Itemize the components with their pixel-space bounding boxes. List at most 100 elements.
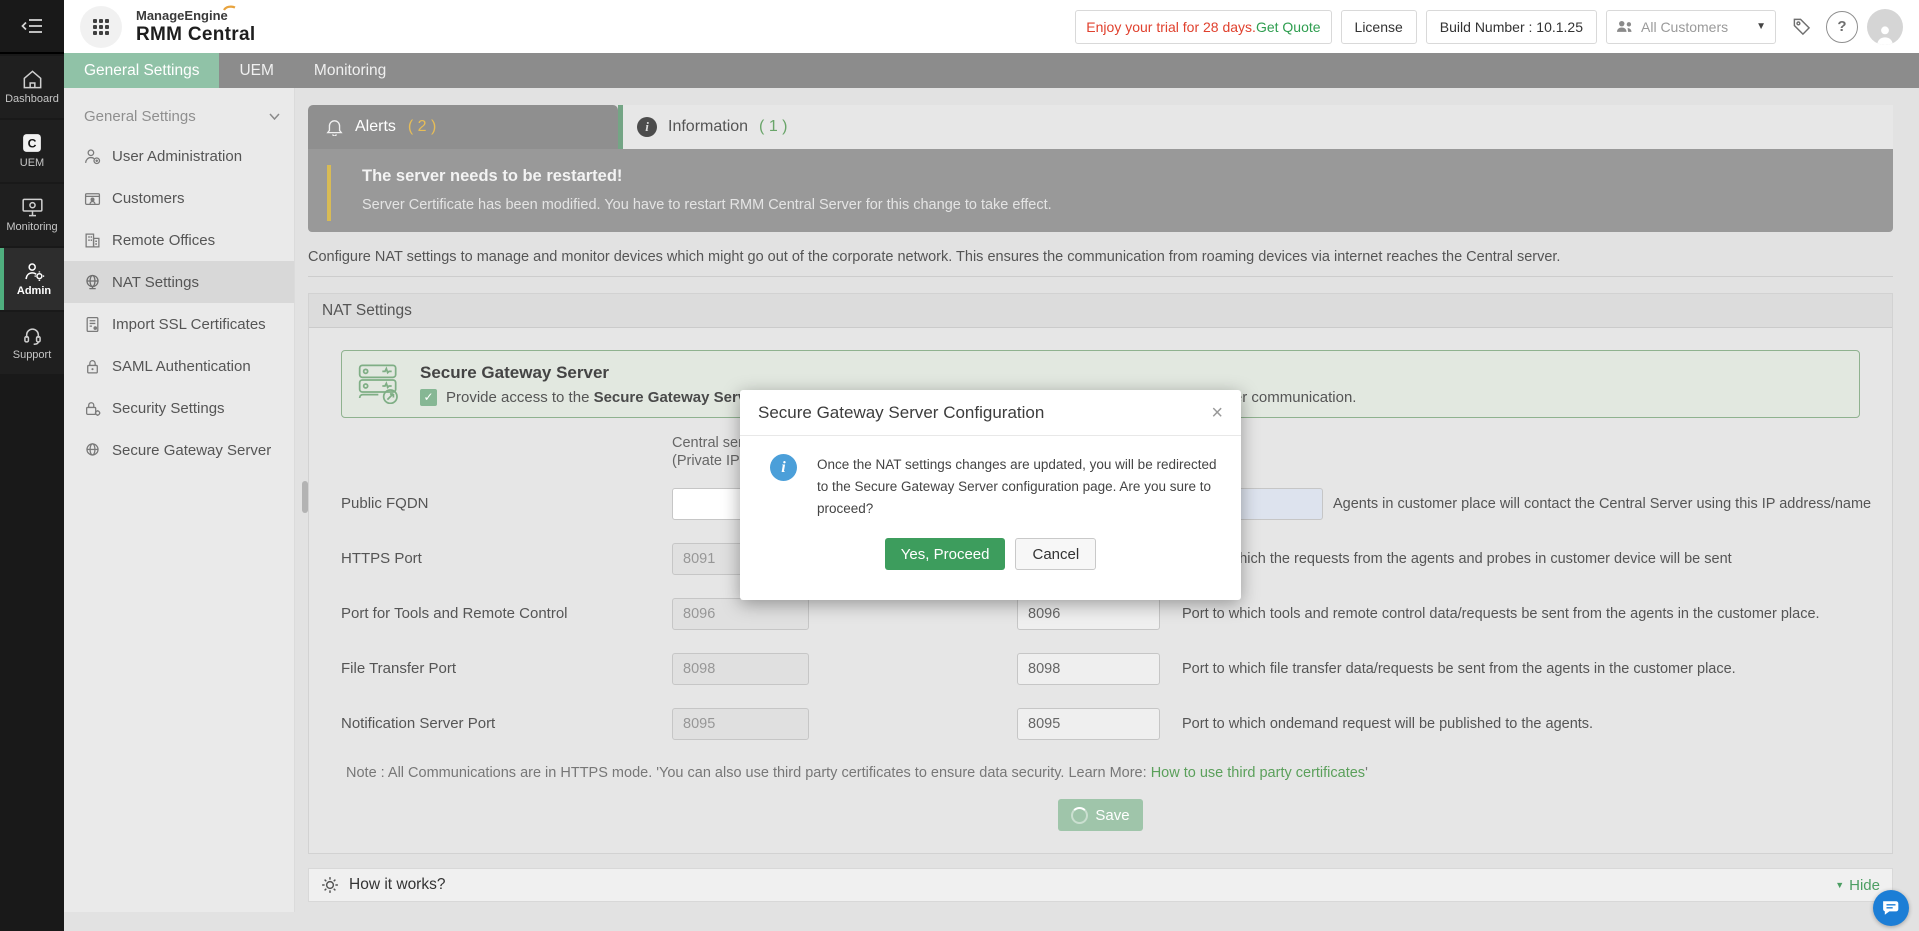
secure-gateway-title: Secure Gateway Server	[420, 363, 1356, 383]
tab-alerts[interactable]: Alerts ( 2 )	[308, 105, 618, 149]
field-label: File Transfer Port	[341, 660, 672, 677]
menu-item-label: Customers	[112, 190, 185, 207]
yes-proceed-button[interactable]: Yes, Proceed	[885, 538, 1006, 570]
save-button-label: Save	[1095, 807, 1129, 824]
vertical-scrollbar-thumb[interactable]	[302, 481, 308, 513]
restart-alert-banner: The server needs to be restarted! Server…	[308, 149, 1893, 232]
customers-icon	[84, 190, 101, 207]
user-avatar[interactable]	[1867, 9, 1903, 45]
menu-item-import-ssl-certificates[interactable]: Import SSL Certificates	[64, 303, 294, 345]
live-chat-button[interactable]	[1873, 890, 1909, 926]
field-description: Port to which ondemand request will be p…	[1160, 716, 1892, 732]
gateway-globe-icon	[84, 442, 101, 459]
info-circle-icon: i	[770, 454, 797, 481]
https-note: Note : All Communications are in HTTPS m…	[346, 765, 1892, 781]
menu-item-security-settings[interactable]: Security Settings	[64, 387, 294, 429]
menu-section-general-settings[interactable]: General Settings	[64, 88, 294, 135]
pricing-tag-button[interactable]	[1785, 11, 1817, 43]
trial-banner: Enjoy your trial for 28 days. Get Quote	[1075, 10, 1331, 44]
lock-gear-icon	[84, 400, 101, 417]
get-quote-link[interactable]: Get Quote	[1256, 19, 1321, 35]
notification-port-private-input[interactable]	[672, 708, 809, 740]
menu-item-nat-settings[interactable]: NAT Settings	[64, 261, 294, 303]
sidebar-item-support[interactable]: Support	[0, 312, 64, 374]
admin-user-gear-icon	[24, 262, 45, 281]
field-description: Agents in customer place will contact th…	[1160, 496, 1892, 512]
sidebar-item-admin[interactable]: Admin	[0, 248, 64, 310]
file-transfer-port-private-input[interactable]	[672, 653, 809, 685]
tab-information[interactable]: i Information ( 1 )	[618, 105, 1893, 149]
hide-link[interactable]: ▼ Hide	[1835, 877, 1880, 894]
secure-gateway-config-dialog: Secure Gateway Server Configuration × i …	[740, 390, 1241, 600]
sidebar-item-uem[interactable]: C UEM	[0, 120, 64, 182]
save-button[interactable]: Save	[1058, 799, 1142, 831]
info-icon: i	[637, 117, 657, 137]
menu-item-label: Import SSL Certificates	[112, 316, 266, 333]
collapse-sidebar-button[interactable]	[0, 0, 64, 54]
menu-item-user-administration[interactable]: User Administration	[64, 135, 294, 177]
field-label: HTTPS Port	[341, 550, 672, 567]
license-button[interactable]: License	[1341, 10, 1417, 44]
building-icon	[84, 232, 101, 249]
field-label: Public FQDN	[341, 495, 672, 512]
app-launcher-button[interactable]	[80, 6, 122, 48]
user-plus-icon	[84, 148, 101, 165]
monitor-icon	[22, 198, 43, 217]
field-description: Port to which tools and remote control d…	[1160, 606, 1892, 622]
question-icon: ?	[1837, 18, 1846, 35]
gateway-access-checkbox[interactable]: ✓	[420, 389, 437, 406]
menu-item-label: Secure Gateway Server	[112, 442, 271, 459]
check-icon: ✓	[423, 390, 433, 404]
dialog-body: i Once the NAT settings changes are upda…	[740, 436, 1241, 520]
chat-bubble-icon	[1882, 900, 1900, 916]
menu-item-customers[interactable]: Customers	[64, 177, 294, 219]
alert-title: The server needs to be restarted!	[362, 167, 1893, 186]
sidebar-item-dashboard[interactable]: Dashboard	[0, 56, 64, 118]
collapse-icon	[21, 18, 43, 34]
tag-icon	[1792, 17, 1811, 36]
page-description: Configure NAT settings to manage and mon…	[308, 249, 1893, 265]
rail-label: Monitoring	[6, 221, 57, 233]
tools-port-private-input[interactable]	[672, 598, 809, 630]
gear-icon	[321, 876, 339, 894]
server-icon	[358, 364, 404, 404]
panel-title: NAT Settings	[309, 294, 1892, 328]
menu-item-secure-gateway-server[interactable]: Secure Gateway Server	[64, 429, 294, 471]
menu-item-remote-offices[interactable]: Remote Offices	[64, 219, 294, 261]
chevron-down-icon	[269, 113, 280, 120]
notification-port-public-input[interactable]	[1017, 708, 1160, 740]
lock-icon	[84, 358, 101, 375]
rail-label: Dashboard	[5, 93, 59, 105]
close-icon[interactable]: ×	[1211, 403, 1223, 423]
third-party-certificates-link[interactable]: How to use third party certificates	[1151, 765, 1365, 781]
sidebar-item-monitoring[interactable]: Monitoring	[0, 184, 64, 246]
build-number-button[interactable]: Build Number : 10.1.25	[1426, 10, 1597, 44]
tab-alerts-label: Alerts	[355, 118, 396, 136]
dialog-message: Once the NAT settings changes are update…	[817, 454, 1219, 520]
tab-information-label: Information	[668, 118, 748, 136]
product-logo[interactable]: ManageEngine RMM Central	[136, 8, 255, 45]
dialog-actions: Yes, Proceed Cancel	[740, 538, 1241, 570]
top-header: ManageEngine RMM Central Enjoy your tria…	[64, 0, 1919, 53]
rail-label: Admin	[17, 285, 51, 297]
home-icon	[22, 70, 43, 89]
grid-icon	[93, 19, 109, 35]
tools-port-public-input[interactable]	[1017, 598, 1160, 630]
menu-item-saml-authentication[interactable]: SAML Authentication	[64, 345, 294, 387]
loading-spinner-icon	[1071, 807, 1088, 824]
customer-filter-dropdown[interactable]: All Customers ▼	[1606, 10, 1776, 44]
field-description: Port to which the requests from the agen…	[1160, 551, 1892, 567]
form-row-file-transfer-port: File Transfer Port Port to which file tr…	[341, 641, 1892, 696]
product-name: RMM Central	[136, 25, 255, 45]
certificate-icon	[84, 316, 101, 333]
caret-down-icon: ▼	[1756, 21, 1766, 32]
file-transfer-port-public-input[interactable]	[1017, 653, 1160, 685]
nav-tab-monitoring[interactable]: Monitoring	[294, 53, 406, 88]
cancel-button[interactable]: Cancel	[1015, 538, 1096, 570]
help-button[interactable]: ?	[1826, 11, 1858, 43]
menu-item-label: NAT Settings	[112, 274, 199, 291]
nav-tab-uem[interactable]: UEM	[219, 53, 293, 88]
uem-icon: C	[22, 133, 42, 153]
nav-tab-general-settings[interactable]: General Settings	[64, 53, 219, 88]
how-it-works-title: How it works?	[349, 876, 445, 894]
